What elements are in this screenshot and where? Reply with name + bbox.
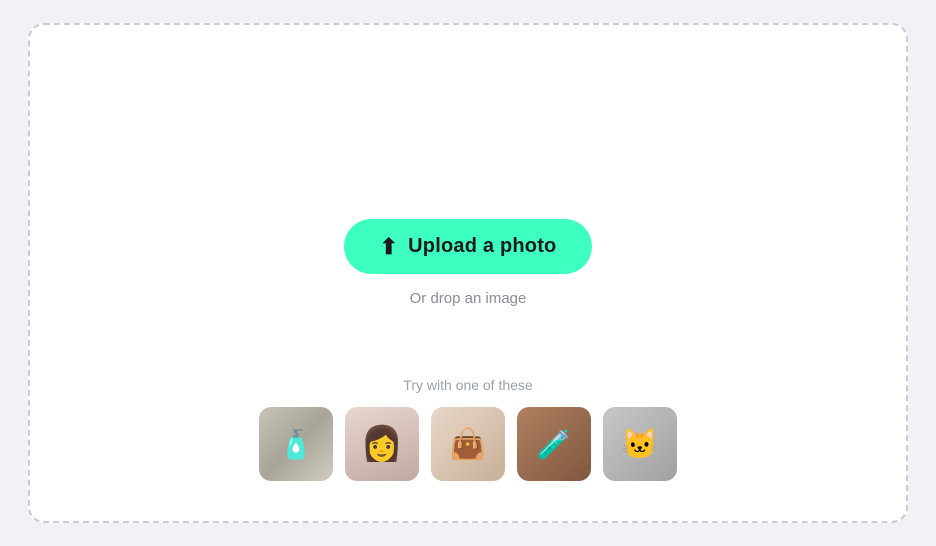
sample-section: Try with one of these: [259, 377, 677, 481]
sample-thumb-tubes[interactable]: [517, 407, 591, 481]
sample-thumb-bag[interactable]: [431, 407, 505, 481]
upload-icon: ⬆: [380, 236, 399, 258]
sample-thumb-woman[interactable]: [345, 407, 419, 481]
sample-label: Try with one of these: [403, 377, 532, 393]
drop-text: Or drop an image: [410, 290, 527, 307]
upload-button-label: Upload a photo: [408, 235, 556, 258]
sample-images: [259, 407, 677, 481]
sample-thumb-skincare[interactable]: [259, 407, 333, 481]
upload-button[interactable]: ⬆ Upload a photo: [344, 219, 593, 274]
drop-zone[interactable]: ⬆ Upload a photo Or drop an image Try wi…: [28, 23, 908, 523]
sample-thumb-cat[interactable]: [603, 407, 677, 481]
upload-area: ⬆ Upload a photo Or drop an image: [344, 219, 593, 307]
